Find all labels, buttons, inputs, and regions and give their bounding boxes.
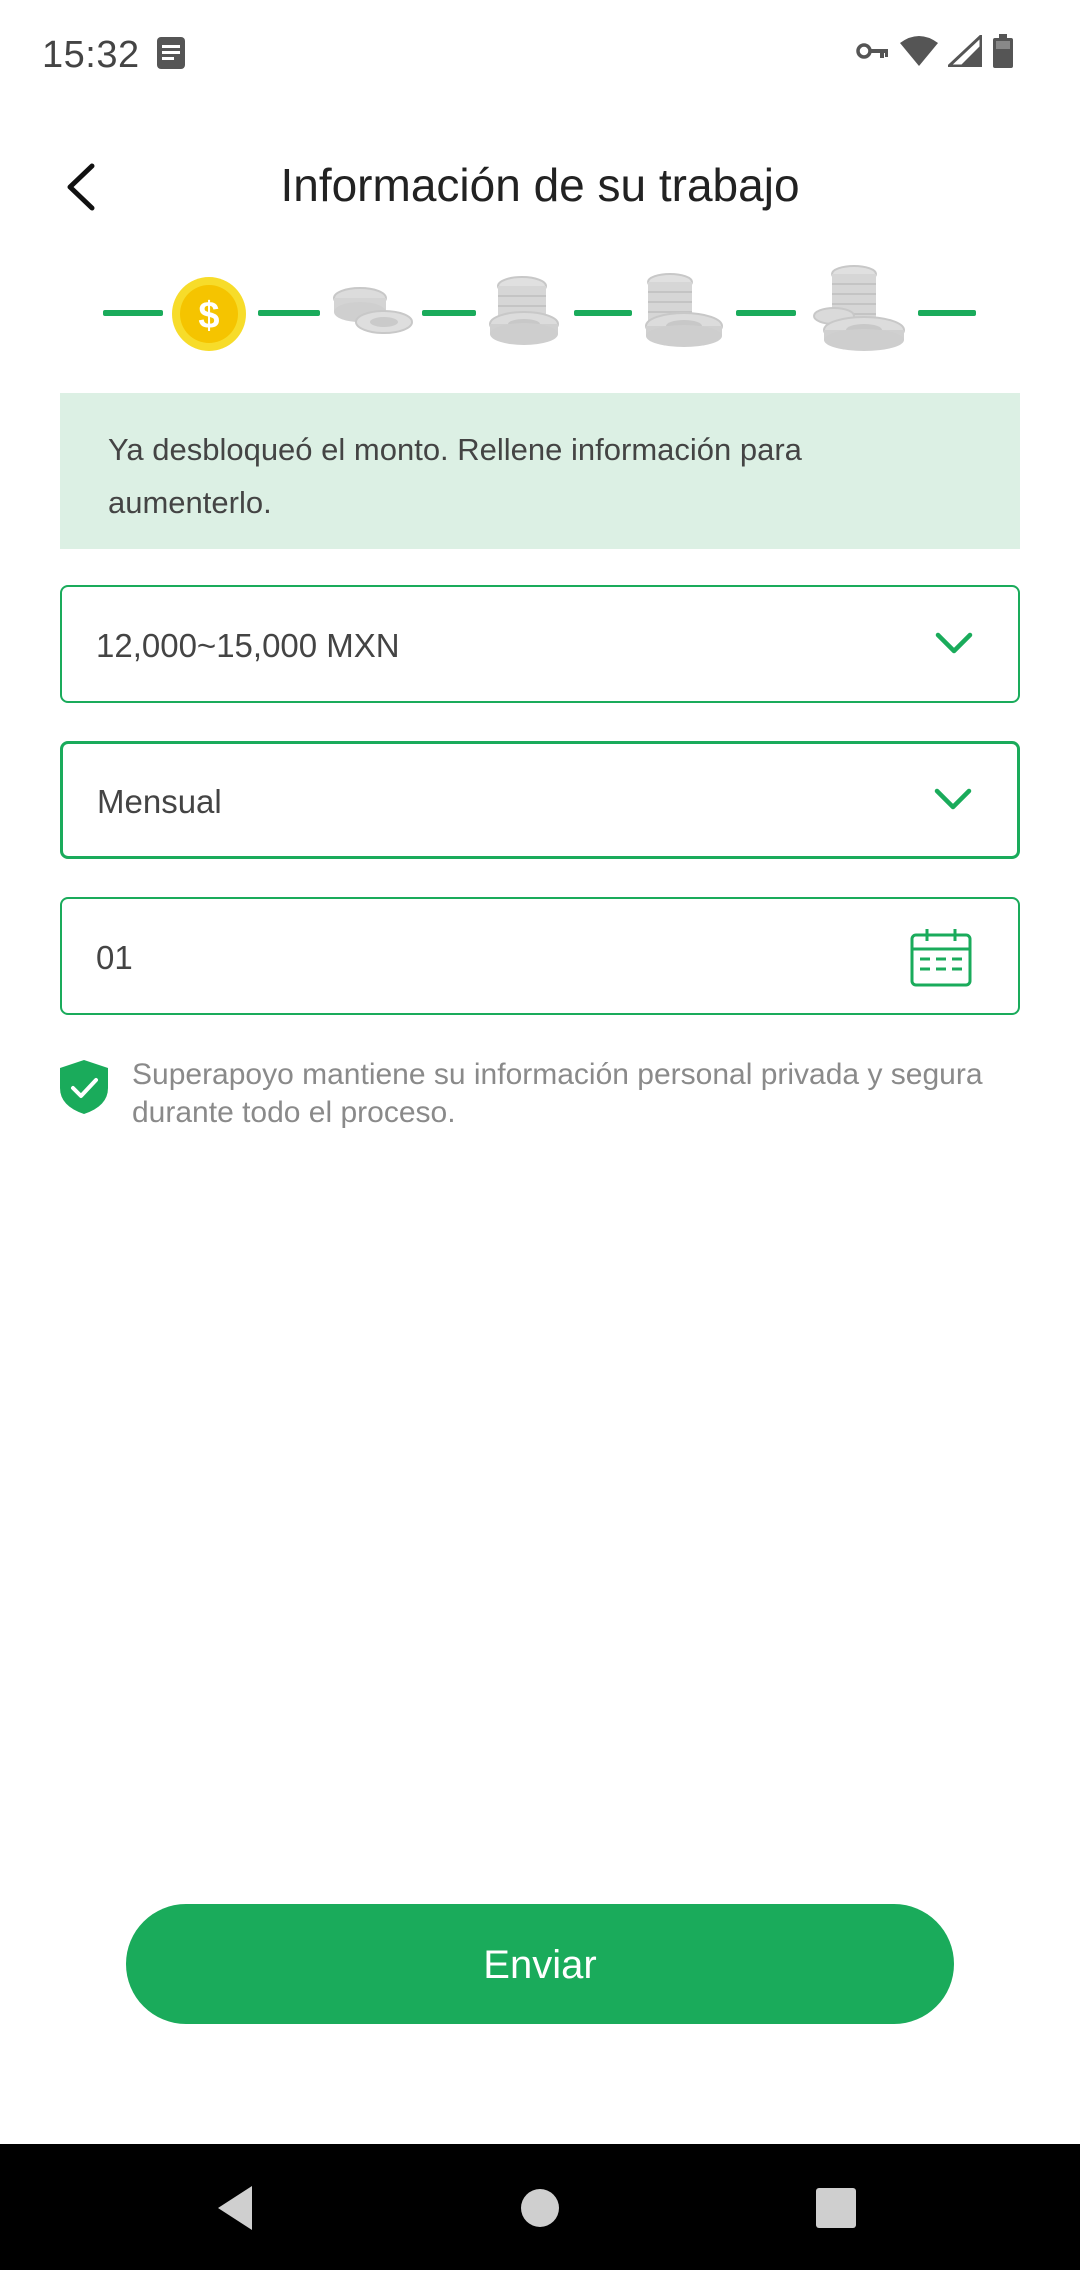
step-5-coins-icon xyxy=(813,265,905,351)
wifi-icon xyxy=(900,35,938,72)
status-icons xyxy=(856,32,1014,73)
cell-signal-icon xyxy=(945,32,983,72)
pay-day-value: 01 xyxy=(96,939,133,976)
svg-text:$: $ xyxy=(198,295,219,337)
battery-icon xyxy=(992,34,1014,73)
back-triangle-icon[interactable] xyxy=(210,2180,266,2236)
step-connector xyxy=(918,310,976,316)
screen: 15:32 Información de su trabajo $ Ya des… xyxy=(0,0,1080,2270)
system-nav-bar xyxy=(0,2144,1080,2270)
info-banner: Ya desbloqueó el monto. Rellene informac… xyxy=(60,393,1020,549)
step-2-coins-icon xyxy=(333,287,413,334)
income-dropdown[interactable]: 12,000~15,000 MXN xyxy=(60,585,1020,703)
shield-check-icon xyxy=(60,1060,108,1114)
calendar-icon xyxy=(910,929,972,987)
progress-stepper: $ xyxy=(0,260,1080,360)
pay-day-field[interactable]: 01 xyxy=(60,897,1020,1015)
status-time: 15:32 xyxy=(42,34,140,76)
notification-document-icon xyxy=(156,36,186,75)
step-4-coins-icon xyxy=(645,273,723,347)
page-title: Información de su trabajo xyxy=(280,159,800,211)
info-banner-text: Ya desbloqueó el monto. Rellene informac… xyxy=(108,432,802,520)
chevron-down-icon xyxy=(935,632,973,654)
income-value: 12,000~15,000 MXN xyxy=(96,627,400,664)
home-circle-icon[interactable] xyxy=(512,2180,568,2236)
pay-frequency-dropdown[interactable]: Mensual xyxy=(60,741,1020,859)
step-connector xyxy=(736,310,796,316)
step-connector xyxy=(103,310,163,316)
step-connector xyxy=(422,310,476,316)
status-bar: 15:32 xyxy=(0,0,1080,112)
step-1-active-coin-icon: $ xyxy=(172,277,246,351)
step-connector xyxy=(574,310,632,316)
header: Información de su trabajo xyxy=(0,140,1080,230)
submit-button[interactable]: Enviar xyxy=(126,1904,954,2024)
privacy-text: Superapoyo mantiene su información perso… xyxy=(132,1058,983,1129)
recents-square-icon[interactable] xyxy=(808,2180,864,2236)
chevron-down-icon xyxy=(934,788,972,810)
pay-frequency-value: Mensual xyxy=(97,783,222,820)
step-3-coins-icon xyxy=(489,276,559,345)
step-connector xyxy=(258,310,320,316)
vpn-key-icon xyxy=(856,41,890,66)
